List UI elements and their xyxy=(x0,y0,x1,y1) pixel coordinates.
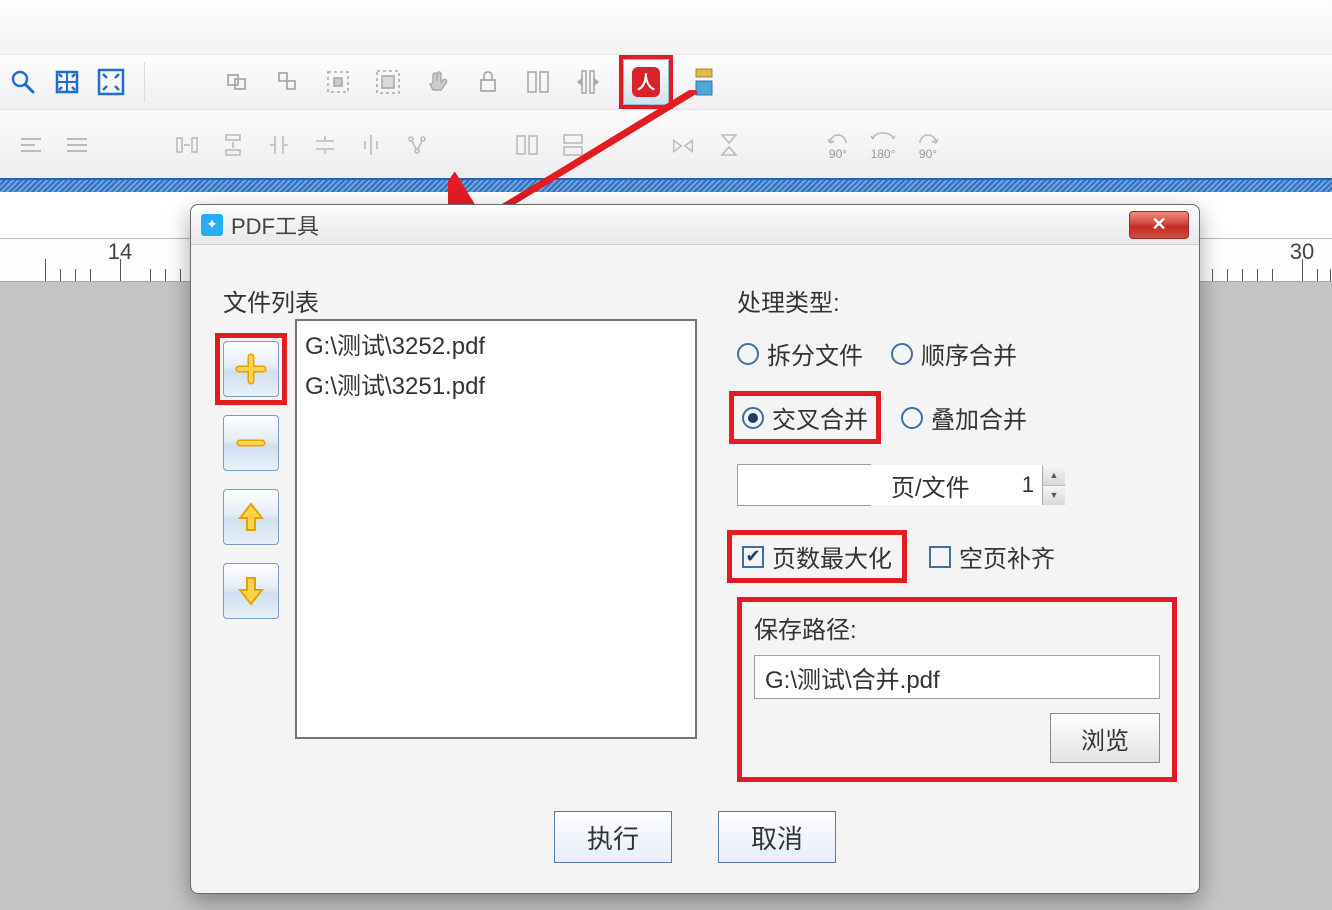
hand-icon[interactable] xyxy=(423,67,453,97)
radio-split[interactable]: 拆分文件 xyxy=(737,336,863,371)
close-button[interactable]: ✕ xyxy=(1129,211,1189,239)
checkbox-icon: ✔ xyxy=(742,546,764,568)
radio-icon xyxy=(737,343,759,365)
checkbox-icon xyxy=(929,546,951,568)
app-icon: ✦ xyxy=(201,214,223,236)
file-listbox[interactable]: G:\测试\3252.pdf G:\测试\3251.pdf xyxy=(295,319,697,739)
rotate-90-icon[interactable]: 90° xyxy=(826,129,850,161)
spin-down-button[interactable]: ▼ xyxy=(1043,486,1065,506)
compare-icon[interactable] xyxy=(523,67,553,97)
blue-stripe xyxy=(0,180,1332,192)
mirror-h-icon[interactable] xyxy=(514,132,540,158)
pdf-tool-dialog: ✦ PDF工具 ✕ 文件列表 G:\测试\3252 xyxy=(190,204,1200,894)
select-1-icon[interactable] xyxy=(323,67,353,97)
group-1-icon[interactable] xyxy=(223,67,253,97)
align-justify-icon[interactable] xyxy=(64,132,90,158)
save-path-input[interactable]: G:\测试\合并.pdf xyxy=(754,655,1160,699)
highlight-box xyxy=(215,333,287,405)
radio-icon xyxy=(742,407,764,429)
radio-overlay-merge[interactable]: 叠加合并 xyxy=(901,400,1027,435)
save-path-section: 保存路径: G:\测试\合并.pdf 浏览 xyxy=(737,597,1177,782)
toolbar-row-1: 人 xyxy=(0,55,1332,110)
fit-in-icon[interactable] xyxy=(96,67,126,97)
pages-per-file-input[interactable]: ▲ ▼ xyxy=(737,464,871,506)
spin-up-button[interactable]: ▲ xyxy=(1043,465,1065,486)
radio-icon xyxy=(891,343,913,365)
dist-h-icon[interactable] xyxy=(174,132,200,158)
zoom-icon[interactable] xyxy=(8,67,38,97)
toolbar-separator xyxy=(144,62,145,102)
execute-button[interactable]: 执行 xyxy=(554,811,672,863)
color-stack-icon[interactable] xyxy=(689,67,719,97)
save-path-label: 保存路径: xyxy=(754,610,1160,645)
spread-h-icon[interactable] xyxy=(266,132,292,158)
process-type-label: 处理类型: xyxy=(737,283,1177,318)
dist-v-icon[interactable] xyxy=(220,132,246,158)
center-icon[interactable] xyxy=(358,132,384,158)
radio-seq-merge[interactable]: 顺序合并 xyxy=(891,336,1017,371)
align-1-icon[interactable] xyxy=(573,67,603,97)
pad-blank-checkbox[interactable]: 空页补齐 xyxy=(929,539,1055,574)
pages-value[interactable] xyxy=(738,465,1042,505)
move-up-button[interactable] xyxy=(223,489,279,545)
radio-icon xyxy=(901,407,923,429)
lock-icon[interactable] xyxy=(473,67,503,97)
list-item[interactable]: G:\测试\3251.pdf xyxy=(305,367,687,407)
fit-out-icon[interactable] xyxy=(52,67,82,97)
node-icon[interactable] xyxy=(404,132,430,158)
toolbar-row-0 xyxy=(0,0,1332,55)
rotate-180-icon[interactable]: 180° xyxy=(870,129,896,161)
maximize-pages-checkbox[interactable]: ✔ 页数最大化 xyxy=(727,530,907,583)
dialog-title: PDF工具 xyxy=(231,209,319,241)
dialog-titlebar[interactable]: ✦ PDF工具 ✕ xyxy=(191,205,1199,245)
move-down-button[interactable] xyxy=(223,563,279,619)
toolbar-row-2: 90° 180° 90° xyxy=(0,110,1332,180)
align-left-icon[interactable] xyxy=(18,132,44,158)
flip-v-icon[interactable] xyxy=(716,132,742,158)
flip-h-icon[interactable] xyxy=(670,132,696,158)
cancel-button[interactable]: 取消 xyxy=(718,811,836,863)
group-2-icon[interactable] xyxy=(273,67,303,97)
file-list-label: 文件列表 xyxy=(223,283,319,318)
pdf-tool-button[interactable]: 人 xyxy=(623,59,669,105)
spread-v-icon[interactable] xyxy=(312,132,338,158)
close-icon: ✕ xyxy=(1151,214,1166,235)
remove-file-button[interactable] xyxy=(223,415,279,471)
highlight-box xyxy=(619,55,673,109)
pages-unit-label: 页/文件 xyxy=(891,468,970,503)
browse-button[interactable]: 浏览 xyxy=(1050,713,1160,763)
list-item[interactable]: G:\测试\3252.pdf xyxy=(305,327,687,367)
select-2-icon[interactable] xyxy=(373,67,403,97)
rotate-90cw-icon[interactable]: 90° xyxy=(916,129,940,161)
mirror-v-icon[interactable] xyxy=(560,132,586,158)
radio-cross-merge[interactable]: 交叉合并 xyxy=(729,391,881,444)
